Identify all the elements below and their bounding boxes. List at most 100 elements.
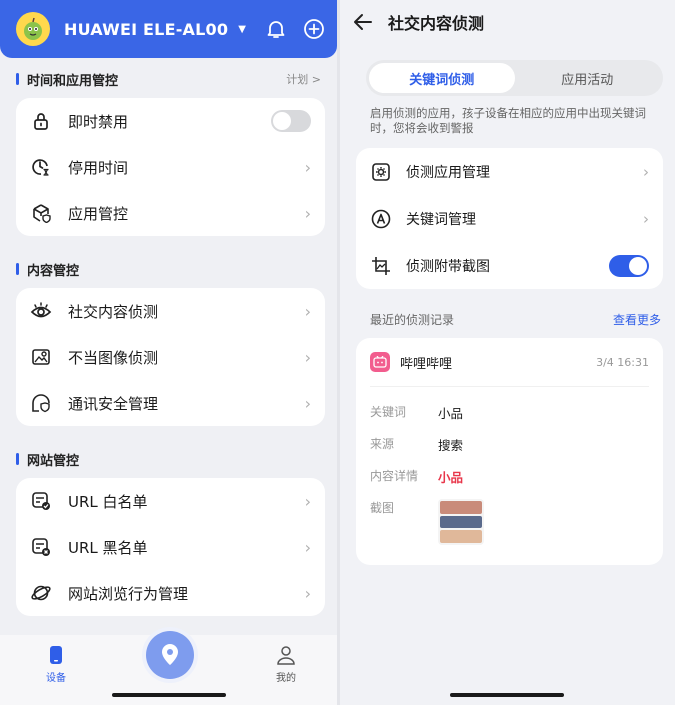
screenshot-toggle-row: 侦测附带截图 bbox=[370, 242, 649, 289]
schedule-link[interactable]: 计划 > bbox=[286, 71, 321, 87]
social-detection-row[interactable]: 社交内容侦测 › bbox=[30, 288, 311, 334]
url-whitelist-row[interactable]: URL 白名单 › bbox=[30, 478, 311, 524]
content-detail-value: 小品 bbox=[438, 470, 464, 485]
instant-disable-label: 即时禁用 bbox=[68, 112, 129, 131]
tab-keyword-detection[interactable]: 关键词侦测 bbox=[369, 63, 515, 93]
social-detection-label: 社交内容侦测 bbox=[68, 302, 159, 321]
section-title-text: 网站管控 bbox=[27, 453, 80, 469]
device-panel: HUAWEI ELE-AL00 ▼ 时间和应用管控 计划 > 即时禁用 停用时间… bbox=[0, 0, 337, 705]
list-block-icon bbox=[30, 536, 52, 558]
person-icon bbox=[277, 646, 295, 665]
tab-app-activity[interactable]: 应用活动 bbox=[515, 63, 661, 93]
detection-app-management-label: 侦测应用管理 bbox=[406, 164, 490, 181]
app-control-row[interactable]: 应用管控 › bbox=[30, 190, 311, 236]
planet-icon bbox=[30, 582, 52, 604]
downtime-label: 停用时间 bbox=[68, 158, 129, 177]
section-title-text: 内容管控 bbox=[27, 263, 80, 279]
back-arrow-icon[interactable] bbox=[352, 11, 374, 33]
website-card: URL 白名单 › URL 黑名单 › 网站浏览行为管理 › bbox=[16, 478, 325, 616]
record-header: 哔哩哔哩 3/4 16:31 bbox=[370, 352, 649, 372]
chevron-right-icon: › bbox=[304, 583, 311, 603]
view-more-link[interactable]: 查看更多 bbox=[613, 311, 661, 328]
instant-disable-toggle[interactable] bbox=[271, 110, 311, 132]
recent-records-header: 最近的侦测记录 查看更多 bbox=[370, 311, 661, 328]
detection-settings-card: 侦测应用管理 › 关键词管理 › 侦测附带截图 bbox=[356, 148, 663, 289]
section-title-content: 内容管控 bbox=[0, 250, 337, 288]
home-indicator bbox=[450, 693, 564, 697]
section-title-website: 网站管控 bbox=[0, 440, 337, 478]
content-detail-key: 内容详情 bbox=[370, 469, 419, 483]
chevron-right-icon: › bbox=[304, 491, 311, 511]
record-divider bbox=[370, 386, 649, 387]
screenshot-thumbnail[interactable] bbox=[438, 499, 484, 545]
source-key: 来源 bbox=[370, 437, 395, 451]
image-search-icon bbox=[30, 346, 52, 368]
chevron-right-icon: › bbox=[304, 203, 311, 223]
bilibili-app-icon bbox=[370, 352, 390, 372]
screenshot-toggle[interactable] bbox=[609, 254, 649, 277]
image-detection-row[interactable]: 不当图像侦测 › bbox=[30, 334, 311, 380]
record-time: 3/4 16:31 bbox=[596, 355, 649, 369]
image-detection-label: 不当图像侦测 bbox=[68, 348, 159, 367]
browsing-behavior-row[interactable]: 网站浏览行为管理 › bbox=[30, 570, 311, 616]
section-marker bbox=[16, 73, 19, 85]
content-card: 社交内容侦测 › 不当图像侦测 › 通讯安全管理 › bbox=[16, 288, 325, 426]
screenshot-key: 截图 bbox=[370, 501, 395, 515]
avatar[interactable] bbox=[16, 12, 50, 46]
nav-mine-label: 我的 bbox=[276, 673, 296, 684]
lock-icon bbox=[30, 110, 52, 132]
chat-shield-icon bbox=[30, 392, 52, 414]
source-value: 搜索 bbox=[438, 438, 464, 453]
nav-mine[interactable]: 我的 bbox=[256, 645, 316, 684]
chevron-down-icon[interactable]: ▼ bbox=[238, 24, 246, 35]
bottom-nav: 设备 我的 bbox=[0, 631, 337, 705]
nav-device[interactable]: 设备 bbox=[26, 645, 86, 684]
clock-hourglass-icon bbox=[30, 156, 52, 178]
eye-icon bbox=[30, 300, 52, 322]
screenshot-icon bbox=[370, 255, 392, 277]
app-shield-icon bbox=[30, 202, 52, 224]
comm-safety-row[interactable]: 通讯安全管理 › bbox=[30, 380, 311, 426]
detection-app-management-row[interactable]: 侦测应用管理 › bbox=[370, 148, 649, 195]
social-detection-panel: 社交内容侦测 关键词侦测 应用活动 启用侦测的应用，孩子设备在相应的应用中出现关… bbox=[340, 0, 675, 705]
add-circle-icon[interactable] bbox=[303, 18, 325, 40]
record-source: 来源 搜索 bbox=[370, 429, 649, 461]
screenshot-toggle-label: 侦测附带截图 bbox=[406, 258, 490, 275]
detection-description: 启用侦测的应用，孩子设备在相应的应用中出现关键词时，您将会收到警报 bbox=[370, 106, 646, 135]
list-check-icon bbox=[30, 490, 52, 512]
record-card[interactable]: 哔哩哔哩 3/4 16:31 关键词 小品 来源 搜索 内容详情 小品 截图 bbox=[356, 338, 663, 565]
chevron-right-icon: › bbox=[304, 301, 311, 321]
section-title-time-app: 时间和应用管控 计划 > bbox=[0, 60, 337, 98]
section-marker bbox=[16, 263, 19, 275]
chevron-right-icon: › bbox=[304, 393, 311, 413]
url-blacklist-label: URL 黑名单 bbox=[68, 538, 148, 557]
recent-records-title: 最近的侦测记录 bbox=[370, 313, 455, 327]
section-title-text: 时间和应用管控 bbox=[27, 73, 119, 89]
letter-a-icon bbox=[370, 208, 392, 230]
app-control-label: 应用管控 bbox=[68, 204, 129, 223]
browsing-behavior-label: 网站浏览行为管理 bbox=[68, 584, 189, 603]
url-whitelist-label: URL 白名单 bbox=[68, 492, 148, 511]
bell-icon[interactable] bbox=[265, 18, 287, 40]
downtime-row[interactable]: 停用时间 › bbox=[30, 144, 311, 190]
home-indicator bbox=[112, 693, 226, 697]
phone-icon bbox=[50, 646, 62, 664]
device-name[interactable]: HUAWEI ELE-AL00 bbox=[64, 20, 228, 39]
chevron-right-icon: › bbox=[304, 537, 311, 557]
pear-avatar-icon bbox=[24, 17, 42, 40]
record-keyword: 关键词 小品 bbox=[370, 397, 649, 429]
record-screenshot: 截图 bbox=[370, 493, 649, 549]
chevron-right-icon: › bbox=[643, 162, 649, 181]
time-app-card: 即时禁用 停用时间 › 应用管控 › bbox=[16, 98, 325, 236]
keyword-management-label: 关键词管理 bbox=[406, 211, 476, 228]
url-blacklist-row[interactable]: URL 黑名单 › bbox=[30, 524, 311, 570]
page-header: 社交内容侦测 bbox=[340, 0, 675, 44]
chevron-right-icon: › bbox=[643, 209, 649, 228]
instant-disable-row[interactable]: 即时禁用 bbox=[30, 98, 311, 144]
section-marker bbox=[16, 453, 19, 465]
keyword-management-row[interactable]: 关键词管理 › bbox=[370, 195, 649, 242]
keyword-key: 关键词 bbox=[370, 405, 407, 419]
settings-box-icon bbox=[370, 161, 392, 183]
comm-safety-label: 通讯安全管理 bbox=[68, 394, 159, 413]
location-button[interactable] bbox=[146, 631, 194, 679]
